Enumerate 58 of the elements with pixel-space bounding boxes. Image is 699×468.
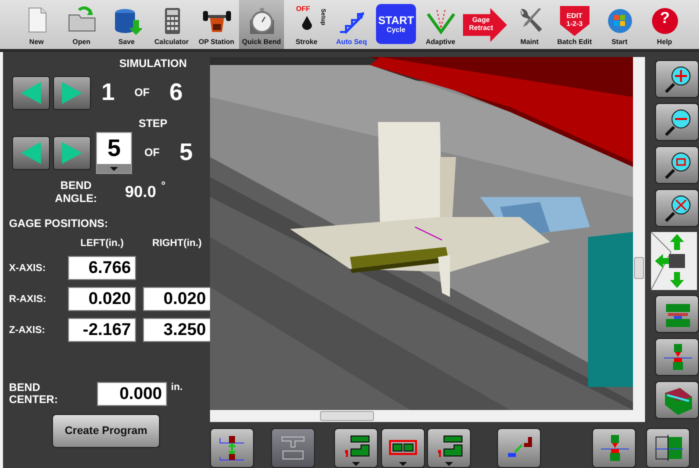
caret-icon [445, 462, 453, 466]
axis-value-field[interactable]: 3.250 [143, 318, 211, 342]
tool-button[interactable] [655, 146, 699, 184]
create-program-button[interactable]: Create Program [52, 414, 160, 448]
bend-angle-label: BEND ANGLE: [54, 180, 98, 206]
right-triangle-icon [60, 140, 84, 166]
axis-value-field[interactable]: 0.020 [68, 287, 136, 311]
section-title: STEP [138, 118, 168, 130]
axis-label: Z-AXIS: [9, 324, 46, 336]
of-label: OF [143, 147, 161, 159]
degree-unit: ° [161, 180, 166, 192]
tool-button[interactable] [646, 428, 690, 468]
tool-button[interactable] [655, 189, 699, 227]
gage-station-icon [652, 433, 684, 463]
caret-icon [352, 462, 360, 466]
right-triangle-icon [60, 80, 84, 106]
tool-button[interactable] [381, 428, 425, 468]
tool-button[interactable] [655, 103, 699, 141]
bend-center-label: BEND CENTER: [9, 382, 59, 406]
axis-value-field[interactable]: 6.766 [68, 256, 136, 280]
tool-button[interactable] [655, 295, 699, 333]
question-mark: ? [660, 10, 670, 28]
bend-center-field[interactable]: 0.000 [97, 382, 167, 406]
caret-icon [399, 462, 407, 466]
total-number: 5 [178, 139, 194, 167]
tool-button[interactable] [334, 428, 378, 468]
tool-button[interactable] [497, 428, 541, 468]
tool-button[interactable] [655, 381, 699, 419]
unit-label: in. [171, 382, 183, 393]
left-triangle-icon [19, 140, 43, 166]
gage-positions-title: GAGE POSITIONS: [9, 218, 110, 230]
tool-button[interactable] [210, 428, 254, 468]
pan-control[interactable] [651, 232, 697, 290]
axis-value-field[interactable]: 0.020 [143, 287, 211, 311]
bend-angle-value: 90.0 [125, 184, 156, 202]
section-title: SIMULATION [118, 58, 188, 70]
punch-and-die-icon [598, 433, 630, 463]
punch-and-die-icon [661, 342, 693, 372]
axis-label: X-AXIS: [9, 262, 47, 274]
current-number: 1 [100, 79, 116, 107]
previous-button[interactable] [12, 136, 50, 170]
caret-icon [110, 166, 118, 170]
tool-button[interactable] [592, 428, 636, 468]
tool-button[interactable] [655, 338, 699, 376]
next-button[interactable] [53, 76, 91, 110]
step-dropdown[interactable]: 5 [96, 132, 132, 174]
axis-label: R-AXIS: [9, 294, 48, 304]
tool-button[interactable] [655, 60, 699, 98]
column-header: LEFT(in.) [79, 238, 125, 249]
tool-button[interactable] [427, 428, 471, 468]
previous-button[interactable] [12, 76, 50, 110]
column-header: RIGHT(in.) [151, 238, 203, 249]
total-number: 6 [168, 79, 184, 107]
axis-value-field[interactable]: -2.167 [68, 318, 136, 342]
of-label: OF [133, 87, 151, 99]
left-triangle-icon [19, 80, 43, 106]
help-icon [650, 6, 680, 36]
next-button[interactable] [53, 136, 91, 170]
